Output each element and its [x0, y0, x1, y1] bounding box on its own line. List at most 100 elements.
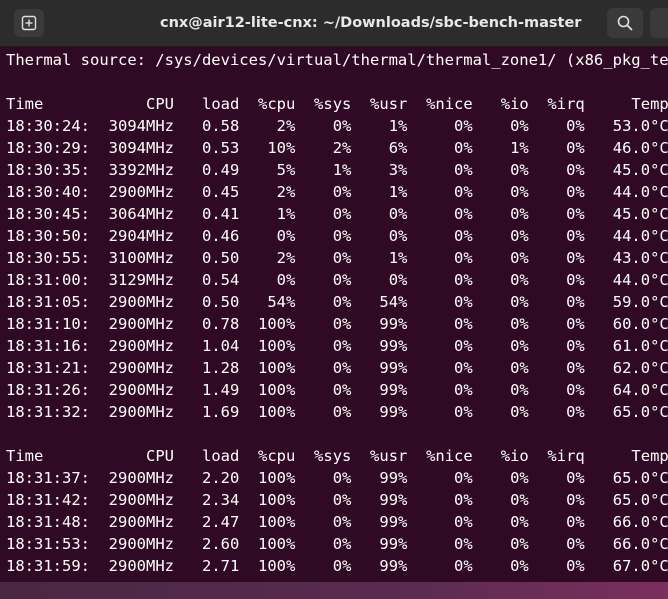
table-cell: 65.0°C	[594, 403, 668, 421]
table-cell: 0.58	[183, 117, 240, 135]
table-cell: 0%	[304, 359, 352, 377]
table-cell: 0%	[482, 535, 529, 553]
table-cell: 100%	[248, 403, 296, 421]
table-cell: 0%	[360, 205, 408, 223]
table-cell: 0%	[304, 227, 352, 245]
menu-button[interactable]	[650, 8, 668, 38]
table-row: 18:30:55: 3100MHz 0.50 2% 0% 1% 0% 0% 0%…	[6, 247, 668, 269]
table-cell: 99%	[360, 337, 408, 355]
table-cell: 0%	[416, 205, 473, 223]
table-cell: 18:30:35:	[6, 161, 90, 179]
terminal-output[interactable]: Thermal source: /sys/devices/virtual/the…	[0, 47, 668, 582]
table-cell: 3%	[360, 161, 408, 179]
table-cell: 0.46	[183, 227, 240, 245]
table-cell: 0%	[482, 337, 529, 355]
table-row: 18:31:26: 2900MHz 1.49 100% 0% 99% 0% 0%…	[6, 379, 668, 401]
column-header: %sys	[304, 95, 352, 113]
table-cell: 0%	[416, 271, 473, 289]
table-cell: 0%	[538, 403, 585, 421]
table-cell: 0%	[482, 249, 529, 267]
table-row: 18:31:59: 2900MHz 2.71 100% 0% 99% 0% 0%…	[6, 555, 668, 577]
table-cell: 0%	[304, 183, 352, 201]
table-cell: 0%	[416, 535, 473, 553]
table-row: 18:31:21: 2900MHz 1.28 100% 0% 99% 0% 0%…	[6, 357, 668, 379]
table-cell: 0%	[482, 557, 529, 575]
table-cell: 0%	[304, 557, 352, 575]
table-cell: 0%	[482, 315, 529, 333]
table-cell: 18:31:10:	[6, 315, 90, 333]
column-header: %cpu	[248, 95, 296, 113]
table-cell: 44.0°C	[594, 271, 668, 289]
table-cell: 2900MHz	[99, 513, 174, 531]
table-cell: 0%	[538, 359, 585, 377]
new-tab-button[interactable]	[14, 9, 44, 37]
terminal-window: cnx@air12-lite-cnx: ~/Downloads/sbc-benc…	[0, 0, 668, 582]
column-header: load	[183, 95, 240, 113]
table-cell: 2900MHz	[99, 315, 174, 333]
table-cell: 1%	[360, 249, 408, 267]
table-cell: 66.0°C	[594, 535, 668, 553]
table-cell: 0%	[304, 249, 352, 267]
table-cell: 0%	[304, 513, 352, 531]
table-cell: 0%	[538, 557, 585, 575]
table-cell: 2.34	[183, 491, 240, 509]
table-cell: 45.0°C	[594, 205, 668, 223]
table-cell: 0.41	[183, 205, 240, 223]
table-cell: 0%	[416, 161, 473, 179]
table-cell: 0%	[482, 271, 529, 289]
table-cell: 18:31:26:	[6, 381, 90, 399]
table-cell: 0%	[482, 161, 529, 179]
table-cell: 0%	[482, 513, 529, 531]
table-cell: 100%	[248, 359, 296, 377]
table-cell: 0%	[538, 117, 585, 135]
table-cell: 2900MHz	[99, 491, 174, 509]
new-tab-icon	[21, 15, 37, 31]
table-cell: 66.0°C	[594, 513, 668, 531]
table-cell: 0%	[482, 381, 529, 399]
table-cell: 0%	[416, 227, 473, 245]
table-cell: 1%	[248, 205, 296, 223]
table-cell: 0%	[482, 359, 529, 377]
table-cell: 0%	[304, 205, 352, 223]
desktop-background	[0, 582, 668, 599]
table-cell: 0%	[416, 469, 473, 487]
table-cell: 0%	[304, 117, 352, 135]
table-cell: 0%	[538, 249, 585, 267]
table-row: 18:30:45: 3064MHz 0.41 1% 0% 0% 0% 0% 0%…	[6, 203, 668, 225]
table-row: 18:31:32: 2900MHz 1.69 100% 0% 99% 0% 0%…	[6, 401, 668, 423]
table-cell: 1.28	[183, 359, 240, 377]
table-cell: 18:30:45:	[6, 205, 90, 223]
table-cell: 100%	[248, 491, 296, 509]
table-cell: 0%	[416, 337, 473, 355]
table-cell: 2900MHz	[99, 337, 174, 355]
table-cell: 0%	[248, 227, 296, 245]
table-cell: 99%	[360, 557, 408, 575]
table-cell: 18:31:00:	[6, 271, 90, 289]
table-row: 18:31:05: 2900MHz 0.50 54% 0% 54% 0% 0% …	[6, 291, 668, 313]
table-cell: 2%	[248, 249, 296, 267]
table-cell: 0%	[248, 271, 296, 289]
table-cell: 0%	[360, 227, 408, 245]
table-cell: 18:30:40:	[6, 183, 90, 201]
table-cell: 0%	[482, 491, 529, 509]
table-cell: 2.60	[183, 535, 240, 553]
table-cell: 10%	[248, 139, 296, 157]
table-cell: 3094MHz	[99, 117, 174, 135]
table-cell: 0%	[304, 293, 352, 311]
table-cell: 44.0°C	[594, 227, 668, 245]
table-cell: 53.0°C	[594, 117, 668, 135]
table-cell: 0%	[304, 535, 352, 553]
column-header: CPU	[99, 95, 174, 113]
table-row: 18:30:29: 3094MHz 0.53 10% 2% 6% 0% 1% 0…	[6, 137, 668, 159]
table-cell: 0%	[538, 469, 585, 487]
table-cell: 2.20	[183, 469, 240, 487]
table-cell: 59.0°C	[594, 293, 668, 311]
table-header: Time CPU load %cpu %sys %usr %nice %io %…	[6, 445, 668, 467]
table-cell: 2900MHz	[99, 557, 174, 575]
table-cell: 0%	[416, 491, 473, 509]
table-cell: 18:30:50:	[6, 227, 90, 245]
table-cell: 2%	[248, 183, 296, 201]
search-button[interactable]	[607, 8, 643, 38]
column-header: load	[183, 447, 240, 465]
table-cell: 0%	[538, 139, 585, 157]
